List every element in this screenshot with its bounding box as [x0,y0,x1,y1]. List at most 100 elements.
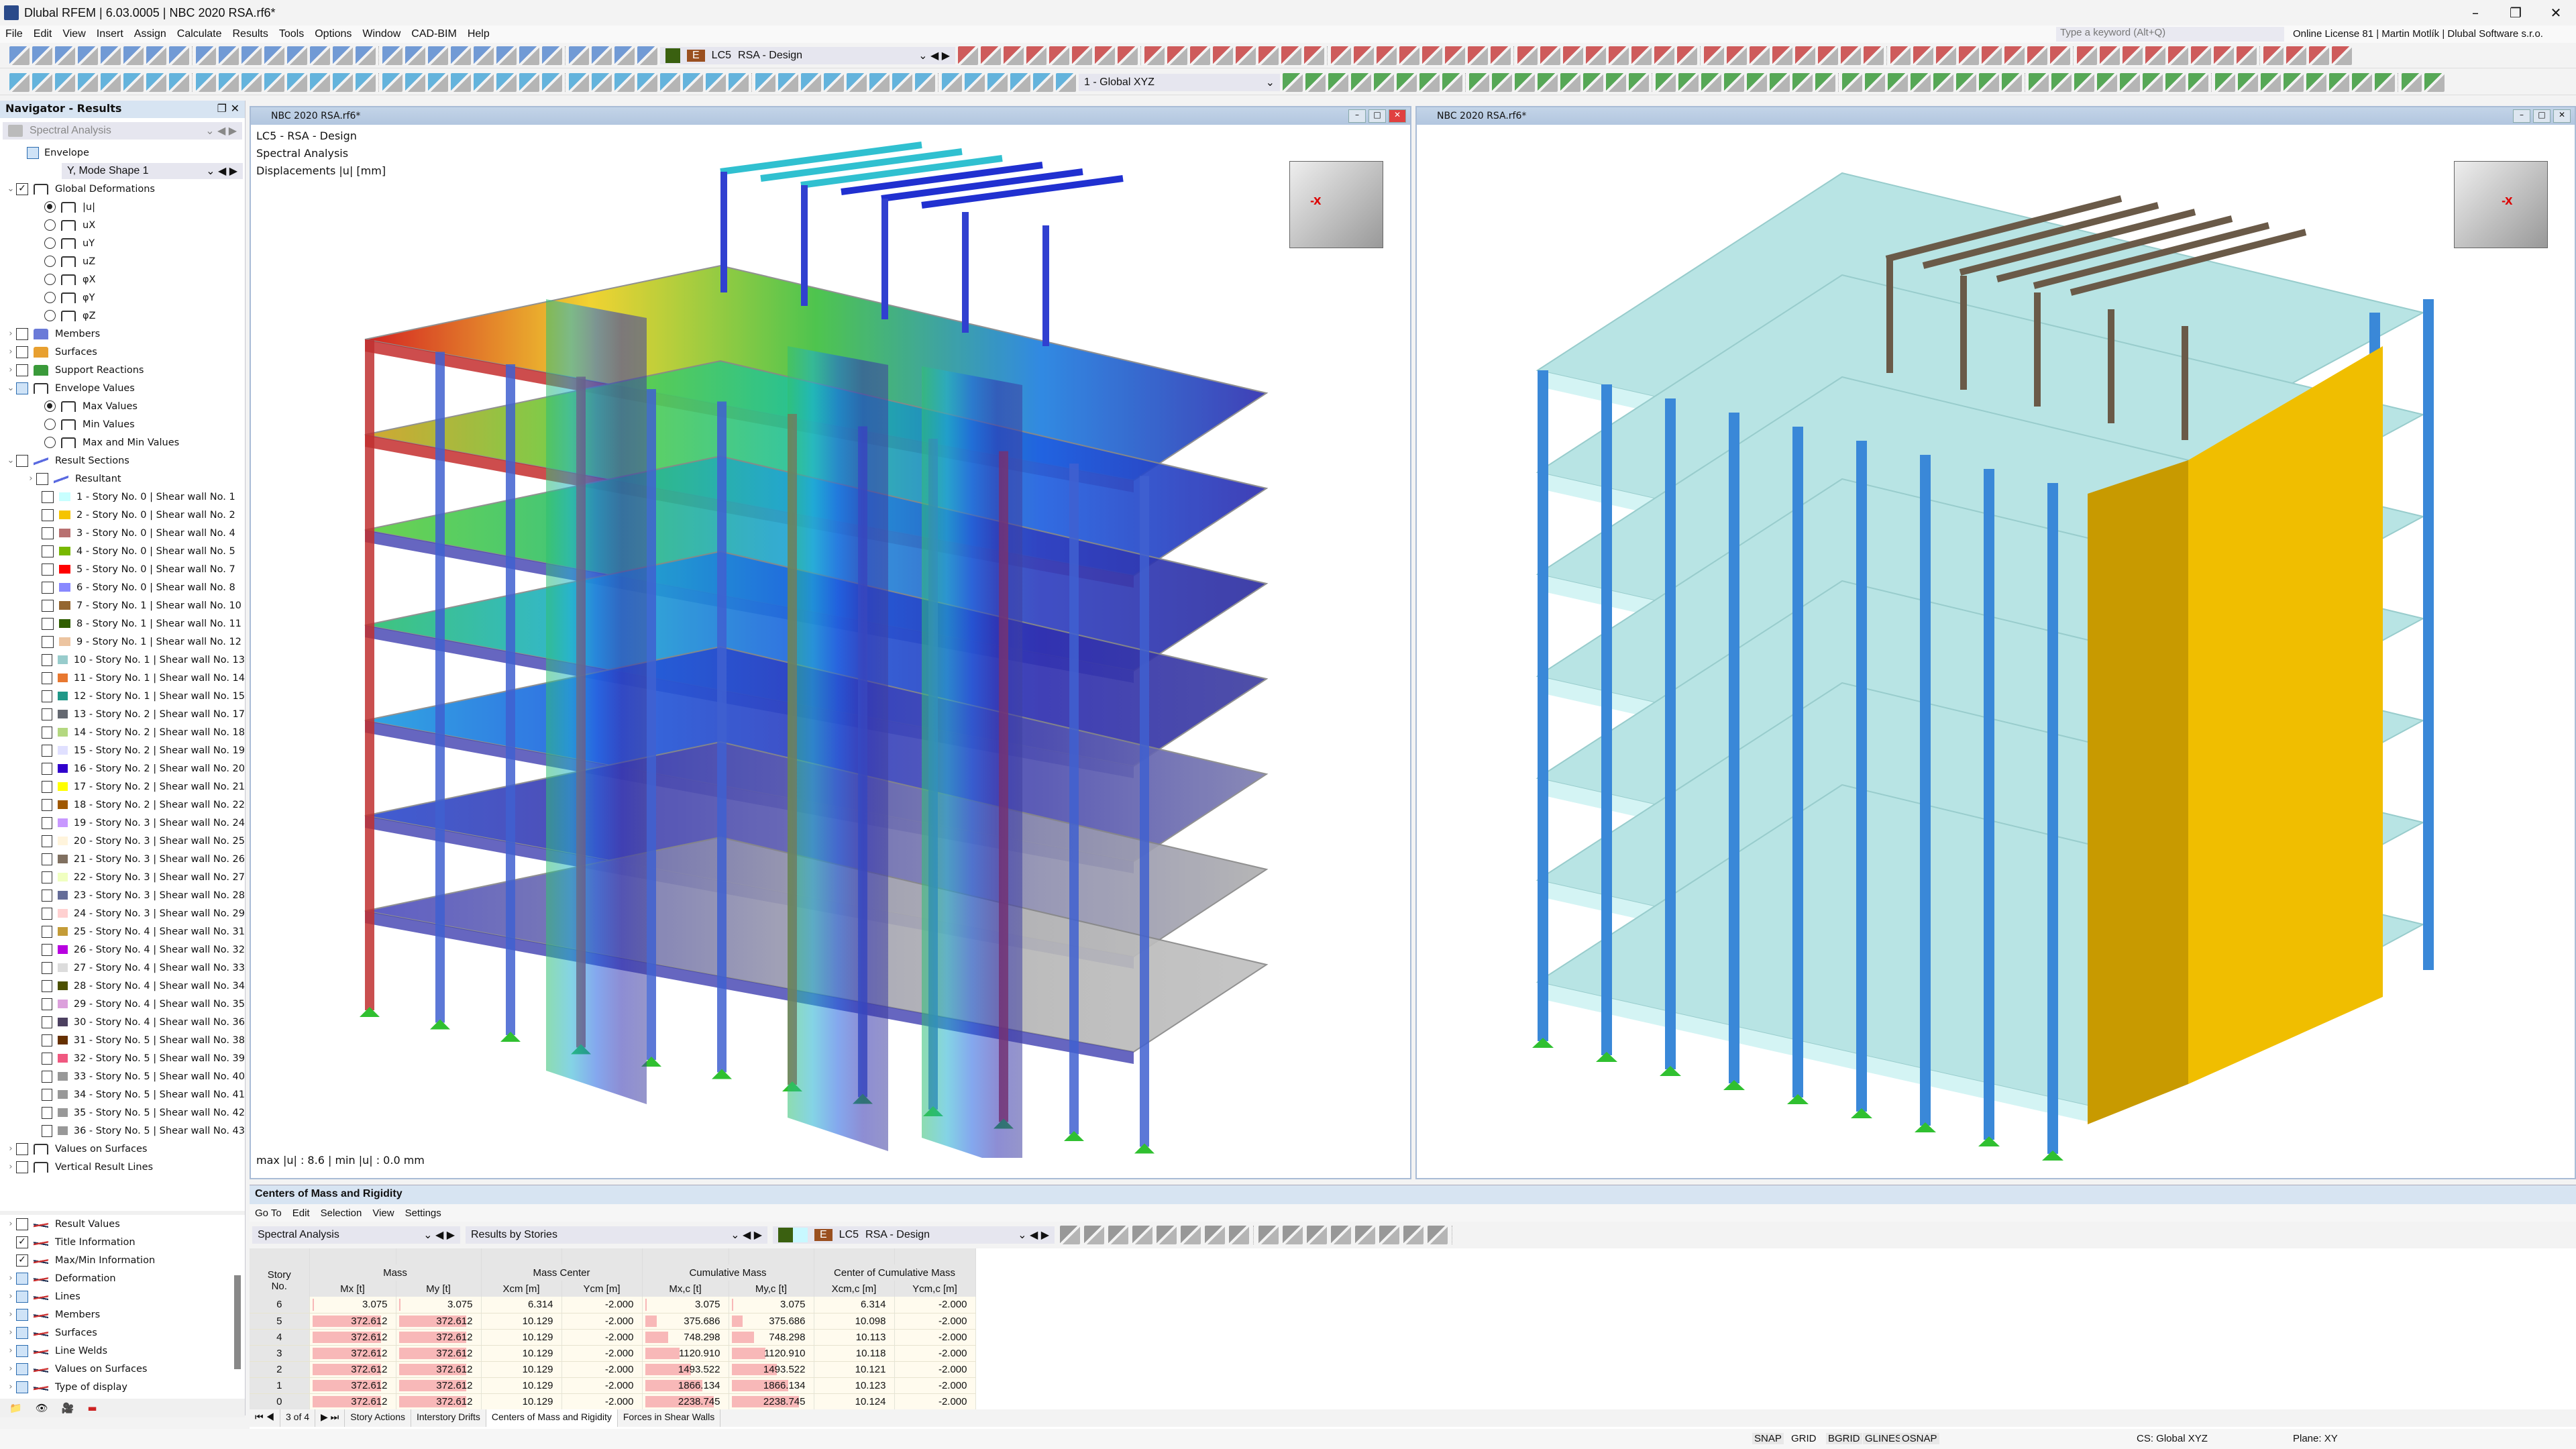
chevron-right-icon[interactable]: › [5,1144,16,1154]
tree-item-result-section[interactable]: 13 - Story No. 2 | Shear wall No. 17 [0,705,245,723]
toolbar-button-icon[interactable] [1283,1226,1303,1244]
toolbar-button-icon[interactable] [2329,72,2349,92]
envelope-checkbox[interactable] [27,146,39,159]
toolbar-button-icon[interactable] [2261,72,2281,92]
toolbar-button-icon[interactable] [1727,46,1747,65]
table-loadcase-select[interactable]: E LC5 RSA - Design ⌄ ◀ ▶ [773,1226,1055,1244]
toolbar-button-icon[interactable] [1026,46,1046,65]
views-tab-icon[interactable]: 🎥 [62,1402,74,1414]
tree-item-result-section[interactable]: 7 - Story No. 1 | Shear wall No. 10 [0,596,245,614]
tree-item-envelope-option[interactable]: Max and Min Values [0,433,245,451]
checkbox[interactable] [42,871,52,883]
toolbar-button-icon[interactable] [1747,72,1767,92]
chevron-right-icon[interactable]: › [5,1219,16,1229]
checkbox[interactable] [42,617,54,630]
toolbar-button-icon[interactable] [660,72,680,92]
toolbar-button-icon[interactable] [958,46,978,65]
toolbar-button-icon[interactable] [1422,46,1442,65]
toolbar-button-icon[interactable] [2424,72,2445,92]
menu-window[interactable]: Window [357,28,406,40]
table-row[interactable]: 1 372.612 372.612 10.129 -2.000 1866.134 1866.… [250,1377,976,1394]
toolbar-button-icon[interactable] [1258,46,1279,65]
table-menu-edit[interactable]: Edit [287,1208,315,1219]
tree-item-mode-shape[interactable]: Y, Mode Shape 1 ⌄ ◀ ▶ [0,162,245,180]
toolbar-button-icon[interactable] [2214,46,2234,65]
toolbar-button-icon[interactable] [542,72,562,92]
toolbar-button-icon[interactable] [1772,46,1792,65]
display-tab-icon[interactable]: 👁 [36,1402,48,1414]
toolbar-button-icon[interactable] [287,46,307,65]
coordinate-system-select[interactable]: 1 - Global XYZ ⌄ [1079,73,1280,91]
tree-item-result-section[interactable]: 22 - Story No. 3 | Shear wall No. 27 [0,868,245,886]
toolbar-button-icon[interactable] [1084,1226,1104,1244]
toggle-grid[interactable]: GRID [1789,1433,1819,1444]
toolbar-button-icon[interactable] [2306,72,2326,92]
toolbar-button-icon[interactable] [405,46,425,65]
toolbar-button-icon[interactable] [1936,46,1956,65]
toolbar-button-icon[interactable] [1108,1226,1128,1244]
toolbar-button-icon[interactable] [196,46,216,65]
toolbar-button-icon[interactable] [2100,46,2120,65]
toolbar-button-icon[interactable] [1841,46,1861,65]
toolbar-button-icon[interactable] [869,72,890,92]
toolbar-button-icon[interactable] [2143,72,2163,92]
chevron-right-icon[interactable]: › [5,329,16,339]
toolbar-button-icon[interactable] [1770,72,1790,92]
toolbar-button-icon[interactable] [1818,46,1838,65]
tree-item-result-section[interactable]: 16 - Story No. 2 | Shear wall No. 20 [0,759,245,777]
table-menu-selection[interactable]: Selection [315,1208,368,1219]
toolbar-button-icon[interactable] [824,72,844,92]
toggle-glines[interactable]: GLINES [1863,1433,1904,1444]
scrollbar[interactable] [234,1275,241,1369]
toolbar-button-icon[interactable] [1913,46,1933,65]
display-item[interactable]: › Values on Surfaces [0,1360,245,1378]
toolbar-button-icon[interactable] [1815,72,1835,92]
toolbar-button-icon[interactable] [706,72,726,92]
toolbar-button-icon[interactable] [2188,72,2208,92]
toolbar-button-icon[interactable] [1492,72,1512,92]
toolbar-button-icon[interactable] [382,46,402,65]
checkbox[interactable] [42,490,54,503]
toolbar-button-icon[interactable] [428,46,448,65]
tree-item-result-section[interactable]: 3 - Story No. 0 | Shear wall No. 4 [0,524,245,542]
toolbar-button-icon[interactable] [1374,72,1394,92]
tree-item-result-section[interactable]: 17 - Story No. 2 | Shear wall No. 21 [0,777,245,796]
tree-item-result-section[interactable]: 35 - Story No. 5 | Shear wall No. 42 [0,1104,245,1122]
checkbox[interactable] [16,364,28,376]
checkbox[interactable] [42,635,54,648]
toolbar-button-icon[interactable] [1328,72,1348,92]
table-menu-settings[interactable]: Settings [400,1208,447,1219]
navigator-analysis-select[interactable]: Spectral Analysis ⌄ ◀ ▶ [3,122,242,140]
toolbar-button-icon[interactable] [1157,1226,1177,1244]
checkbox[interactable] [42,835,52,847]
checkbox[interactable] [16,454,28,467]
menu-tools[interactable]: Tools [274,28,309,40]
checkbox[interactable] [42,889,52,902]
toolbar-button-icon[interactable] [1795,46,1815,65]
toolbar-button-icon[interactable] [2074,72,2094,92]
tree-item-group[interactable]: › Support Reactions [0,361,245,379]
checkbox[interactable] [42,798,52,811]
checkbox[interactable] [42,690,52,702]
toolbar-button-icon[interactable] [569,46,589,65]
toolbar-button-icon[interactable] [1307,1226,1327,1244]
menu-file[interactable]: File [0,28,28,40]
minimize-button[interactable]: – [2513,109,2530,123]
chevron-right-icon[interactable]: › [5,1309,16,1320]
tree-item-result-section[interactable]: 36 - Story No. 5 | Shear wall No. 43 [0,1122,245,1140]
tree-item-result-section[interactable]: 6 - Story No. 0 | Shear wall No. 8 [0,578,245,596]
toolbar-button-icon[interactable] [1010,72,1030,92]
checkbox[interactable]: ✓ [16,182,28,195]
tab-centers-of-mass-and-rigidity[interactable]: Centers of Mass and Rigidity [486,1409,618,1427]
toolbar-button-icon[interactable] [1911,72,1931,92]
radio-button[interactable] [44,400,56,412]
toolbar-button-icon[interactable] [2191,46,2211,65]
tree-item-global-deformations[interactable]: ⌄ ✓ Global Deformations [0,180,245,198]
toolbar-button-icon[interactable] [1305,72,1326,92]
view-cube[interactable]: -X [2454,161,2548,248]
toolbar-button-icon[interactable] [451,72,471,92]
menu-cadbim[interactable]: CAD-BIM [406,28,462,40]
toolbar-button-icon[interactable] [1560,72,1580,92]
toolbar-button-icon[interactable] [1355,1226,1375,1244]
table-row[interactable]: 3 372.612 372.612 10.129 -2.000 1120.910 1120.… [250,1345,976,1362]
